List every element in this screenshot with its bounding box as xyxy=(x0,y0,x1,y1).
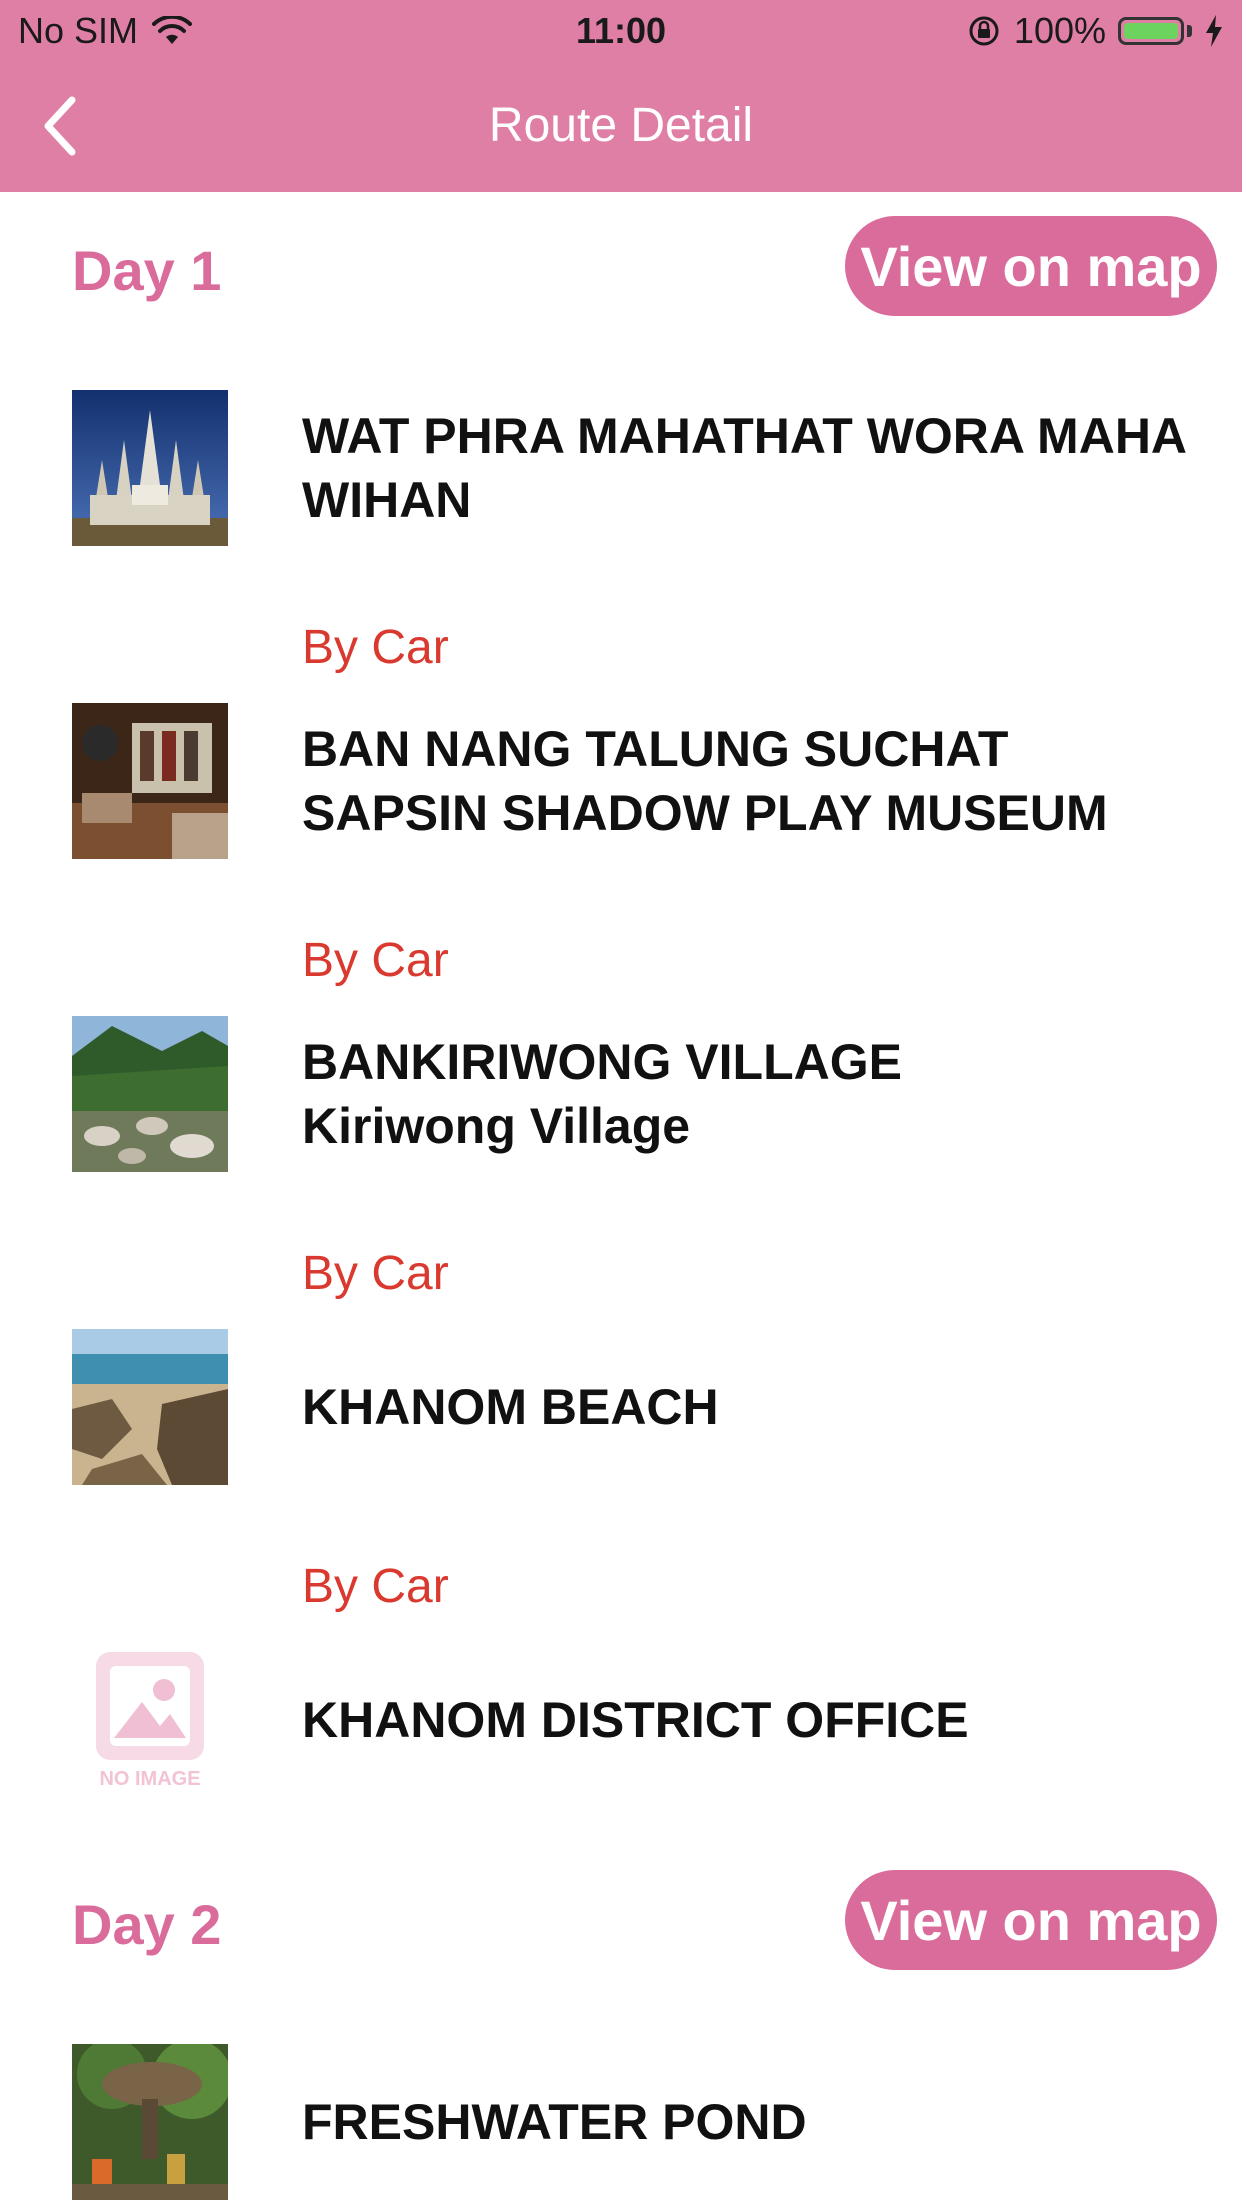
place-thumbnail xyxy=(72,390,228,546)
place-thumbnail xyxy=(72,2044,228,2200)
transport-label: By Car xyxy=(302,621,449,674)
beach-image xyxy=(72,1329,228,1485)
day-label: Day 2 xyxy=(72,1893,222,1956)
place-name: FRESHWATER POND xyxy=(302,2094,807,2150)
charging-bolt-icon xyxy=(1206,15,1222,47)
place-name: BAN NANG TALUNG SUCHAT SAPSIN SHADOW PLA… xyxy=(302,721,1108,841)
no-image-label: NO IMAGE xyxy=(99,1768,201,1790)
transport-label: By Car xyxy=(302,1560,449,1613)
pond-image xyxy=(72,2044,228,2200)
list-item-place[interactable]: BAN NANG TALUNG SUCHAT SAPSIN SHADOW PLA… xyxy=(0,703,1242,859)
status-right: 100% xyxy=(966,10,1224,52)
day-label: Day 1 xyxy=(72,239,222,302)
view-on-map-button[interactable]: View on map xyxy=(845,1870,1217,1970)
place-name: BANKIRIWONG VILLAGE Kiriwong Village xyxy=(302,1034,902,1154)
status-bar: No SIM 11:00 100% xyxy=(0,0,1242,62)
battery-cap xyxy=(1187,25,1192,37)
place-name: KHANOM DISTRICT OFFICE xyxy=(302,1692,969,1748)
temple-image xyxy=(72,390,228,546)
orientation-lock-icon xyxy=(969,16,999,46)
place-name: WAT PHRA MAHATHAT WORA MAHA WIHAN xyxy=(302,408,1186,528)
page-title: Route Detail xyxy=(488,99,754,152)
battery-percent: 100% xyxy=(1013,10,1106,51)
place-name: KHANOM BEACH xyxy=(302,1379,719,1435)
list-item-place[interactable]: BANKIRIWONG VILLAGE Kiriwong Village xyxy=(0,1016,1242,1172)
battery-level xyxy=(1124,23,1178,39)
list-item-place[interactable]: KHANOM BEACH xyxy=(0,1329,1242,1485)
app-header: No SIM 11:00 100% Route Detail xyxy=(0,0,1242,192)
place-thumbnail xyxy=(72,703,228,859)
place-thumbnail xyxy=(72,1016,228,1172)
list-item-place[interactable]: WAT PHRA MAHATHAT WORA MAHA WIHAN xyxy=(0,390,1242,546)
list-item-place[interactable]: NO IMAGE KHANOM DISTRICT OFFICE xyxy=(0,1642,1242,1798)
transport-label: By Car xyxy=(302,1247,449,1300)
list-item-place[interactable]: FRESHWATER POND xyxy=(0,2044,1242,2200)
transport-label: By Car xyxy=(302,934,449,987)
place-thumbnail: NO IMAGE xyxy=(72,1642,228,1798)
battery-icon xyxy=(1118,17,1184,45)
view-on-map-button[interactable]: View on map xyxy=(845,216,1217,316)
day-1-header: Day 1 View on map xyxy=(0,216,1242,316)
place-thumbnail xyxy=(72,1329,228,1485)
day-2-header: Day 2 View on map xyxy=(0,1870,1242,1970)
museum-image xyxy=(72,703,228,859)
village-image xyxy=(72,1016,228,1172)
